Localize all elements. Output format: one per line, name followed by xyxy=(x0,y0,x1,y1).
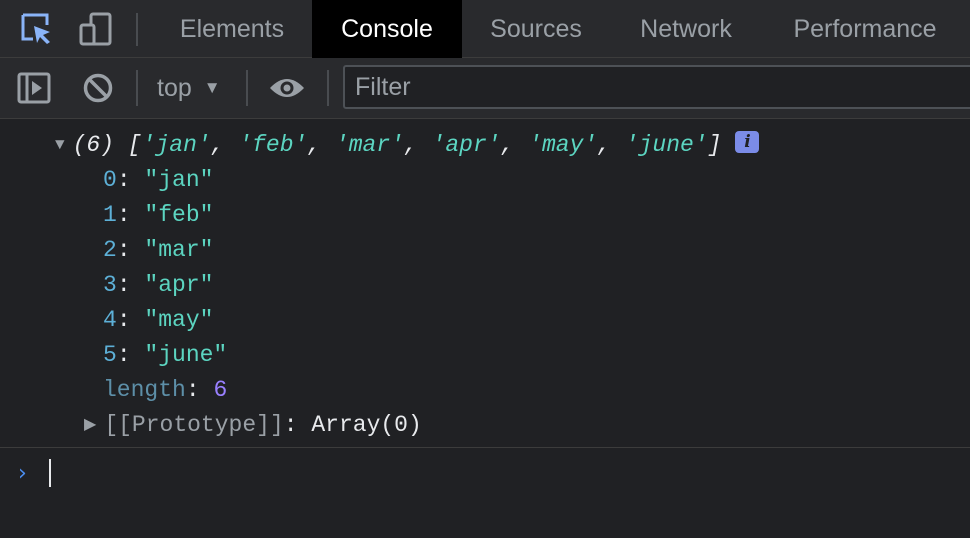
array-preview-item: 'jan' xyxy=(141,132,211,158)
property-value: 6 xyxy=(213,377,228,403)
property-row: 2: "mar" xyxy=(103,237,214,263)
property-value: "feb" xyxy=(144,202,214,228)
inspect-element-icon[interactable] xyxy=(18,0,56,58)
context-selector-label: top xyxy=(157,73,192,102)
property-key: 4 xyxy=(103,307,117,333)
property-value: Array(0) xyxy=(311,412,422,438)
prompt-chevron-icon: › xyxy=(18,461,27,486)
array-preview-item: 'june' xyxy=(624,132,708,158)
property-key: length xyxy=(103,377,186,403)
array-length-label: (6) xyxy=(72,132,115,158)
array-preview-item: 'may' xyxy=(528,132,598,158)
expand-triangle-right-icon[interactable]: ▶ xyxy=(84,408,96,443)
array-summary[interactable]: ▼ (6) ['jan', 'feb', 'mar', 'apr', 'may',… xyxy=(55,128,760,163)
array-preview-item: 'mar' xyxy=(334,132,404,158)
console-input-cursor[interactable] xyxy=(49,459,51,487)
clear-console-icon[interactable] xyxy=(80,58,116,118)
tab-performance[interactable]: Performance xyxy=(770,0,960,58)
filter-input[interactable] xyxy=(343,65,970,109)
property-key: 0 xyxy=(103,167,117,193)
tab-sources[interactable]: Sources xyxy=(466,0,606,58)
property-value: "apr" xyxy=(144,272,214,298)
toolbar-separator xyxy=(136,13,138,46)
prompt-divider xyxy=(0,447,970,448)
property-row: 3: "apr" xyxy=(103,272,214,298)
device-toolbar-icon[interactable] xyxy=(78,0,114,58)
tab-console[interactable]: Console xyxy=(312,0,462,58)
tab-network[interactable]: Network xyxy=(616,0,756,58)
context-selector[interactable]: top ▼ xyxy=(157,58,221,118)
devtools-tab-bar: Elements Console Sources Network Perform… xyxy=(0,0,970,58)
prototype-row[interactable]: ▶ [[Prototype]]: Array(0) xyxy=(84,408,422,443)
toolbar-separator xyxy=(136,70,138,106)
property-row: 5: "june" xyxy=(103,342,228,368)
property-row: 1: "feb" xyxy=(103,202,214,228)
dropdown-caret-icon: ▼ xyxy=(203,78,221,97)
length-row: length: 6 xyxy=(103,377,228,403)
property-key: 2 xyxy=(103,237,117,263)
property-key: 1 xyxy=(103,202,117,228)
console-toolbar: top ▼ xyxy=(0,58,970,119)
tab-elements[interactable]: Elements xyxy=(156,0,308,58)
show-sidebar-icon[interactable] xyxy=(16,58,52,118)
property-key: 5 xyxy=(103,342,117,368)
property-value: "jan" xyxy=(144,167,214,193)
property-key: 3 xyxy=(103,272,117,298)
property-row: 0: "jan" xyxy=(103,167,214,193)
expand-triangle-down-icon[interactable]: ▼ xyxy=(55,128,65,163)
info-icon[interactable]: i xyxy=(735,130,760,153)
property-row: 4: "may" xyxy=(103,307,214,333)
array-preview-item: 'feb' xyxy=(238,132,308,158)
property-value: "june" xyxy=(144,342,228,368)
property-value: "may" xyxy=(144,307,214,333)
array-preview-item: 'apr' xyxy=(431,132,501,158)
toolbar-separator xyxy=(327,70,329,106)
property-key: [[Prototype]] xyxy=(104,412,284,438)
toolbar-separator xyxy=(246,70,248,106)
live-expression-icon[interactable] xyxy=(266,58,308,118)
property-value: "mar" xyxy=(144,237,214,263)
console-output: ▼ (6) ['jan', 'feb', 'mar', 'apr', 'may',… xyxy=(0,119,970,538)
